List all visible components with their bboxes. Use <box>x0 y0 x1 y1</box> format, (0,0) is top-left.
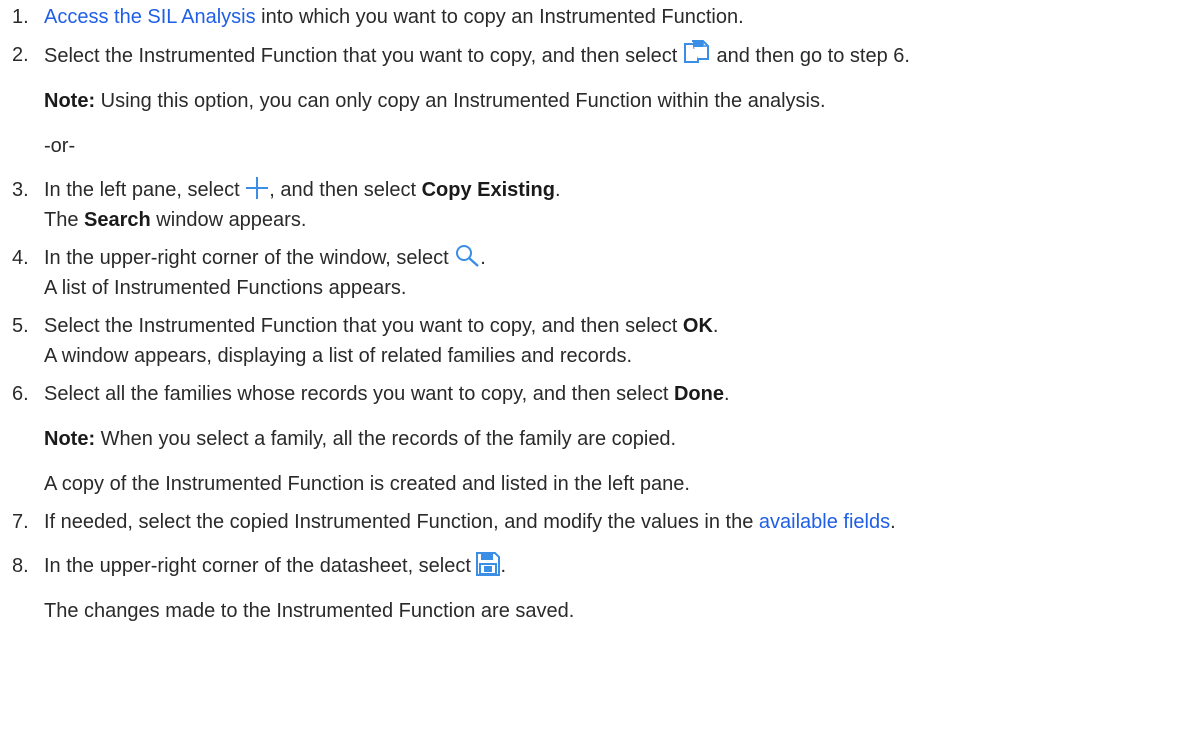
step-text: , and then select <box>269 179 422 201</box>
done-label: Done <box>673 383 724 405</box>
step-result: A copy of the Instrumented Function is c… <box>44 473 690 495</box>
search-window-label: Search <box>84 209 151 231</box>
copy-existing-label: Copy Existing <box>421 179 555 201</box>
step-text: In the left pane, select <box>44 179 246 201</box>
step-2: 2. Select the Instrumented Function that… <box>12 40 1172 161</box>
step-number: 5. <box>12 315 29 337</box>
step-3: 3. In the left pane, select , and then s… <box>12 175 1172 235</box>
note-label: Note: <box>44 90 96 112</box>
step-5: 5. Select the Instrumented Function that… <box>12 311 1172 371</box>
step-text: In the upper-right corner of the datashe… <box>44 555 477 577</box>
step-text: If needed, select the copied Instrumente… <box>44 511 759 533</box>
note: Note: When you select a family, all the … <box>44 424 1172 454</box>
step-8: 8. In the upper-right corner of the data… <box>12 551 1172 626</box>
step-result: A list of Instrumented Functions appears… <box>44 277 407 299</box>
steps-list: 1. Access the SIL Analysis into which yo… <box>12 2 1172 626</box>
step-7: 7. If needed, select the copied Instrume… <box>12 507 1172 537</box>
step-text: into which you want to copy an Instrumen… <box>255 6 744 28</box>
step-number: 3. <box>12 179 29 201</box>
step-result: A window appears, displaying a list of r… <box>44 345 633 367</box>
step-1: 1. Access the SIL Analysis into which yo… <box>12 2 1172 32</box>
step-number: 6. <box>12 383 29 405</box>
step-text: Select the Instrumented Function that yo… <box>44 315 683 337</box>
ok-label: OK <box>682 315 713 337</box>
step-number: 8. <box>12 555 29 577</box>
or-separator: -or- <box>44 135 76 157</box>
step-4: 4. In the upper-right corner of the wind… <box>12 243 1172 303</box>
search-icon <box>454 244 480 268</box>
step-number: 2. <box>12 44 29 66</box>
available-fields-link[interactable]: available fields <box>759 511 890 533</box>
step-text: Select all the families whose records yo… <box>44 383 674 405</box>
step-number: 7. <box>12 511 29 533</box>
save-icon <box>476 552 501 576</box>
step-number: 1. <box>12 6 29 28</box>
access-sil-analysis-link[interactable]: Access the SIL Analysis <box>44 6 256 28</box>
step-text: In the upper-right corner of the window,… <box>44 247 455 269</box>
step-text: Select the Instrumented Function that yo… <box>44 45 683 67</box>
step-6: 6. Select all the families whose records… <box>12 379 1172 499</box>
copy-icon <box>683 40 711 66</box>
note-text: Using this option, you can only copy an … <box>95 90 826 112</box>
step-text: and then go to step 6. <box>710 45 910 67</box>
note-text: When you select a family, all the record… <box>95 428 677 450</box>
step-number: 4. <box>12 247 29 269</box>
note-label: Note: <box>44 428 96 450</box>
note: Note: Using this option, you can only co… <box>44 86 1172 116</box>
procedure-page: 1. Access the SIL Analysis into which yo… <box>0 0 1186 626</box>
step-result: The changes made to the Instrumented Fun… <box>44 600 575 622</box>
plus-icon <box>245 176 269 200</box>
